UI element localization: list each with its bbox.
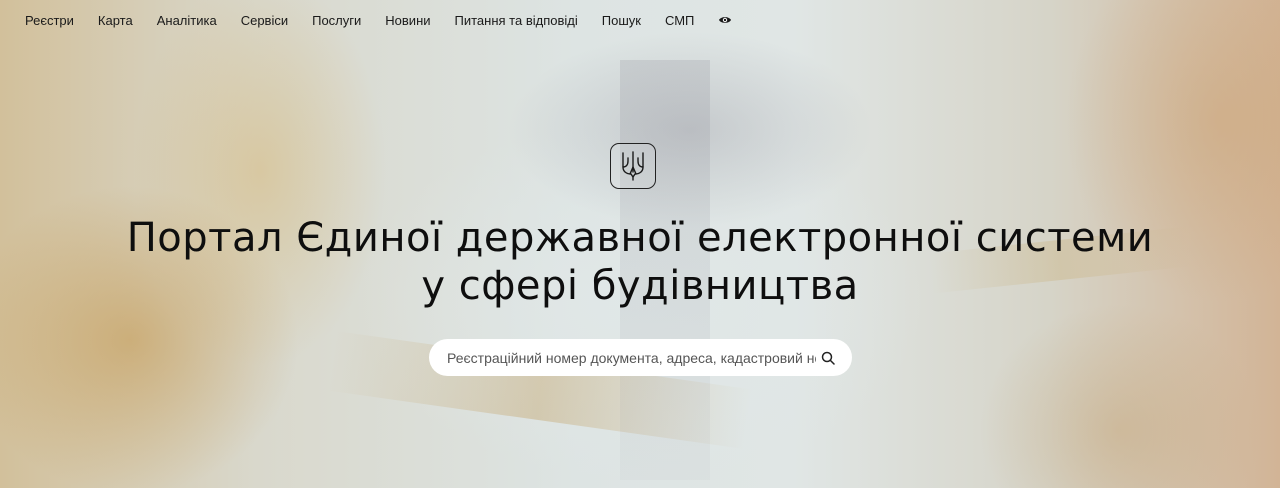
nav-item-smp[interactable]: СМП xyxy=(665,13,694,28)
nav-item-map[interactable]: Карта xyxy=(98,13,133,28)
nav-item-search[interactable]: Пошук xyxy=(602,13,641,28)
coat-of-arms-emblem xyxy=(610,143,656,189)
nav-item-registries[interactable]: Реєстри xyxy=(25,13,74,28)
nav-item-services[interactable]: Сервіси xyxy=(241,13,288,28)
trident-icon xyxy=(622,151,644,181)
top-navigation: Реєстри Карта Аналітика Сервіси Послуги … xyxy=(0,0,732,40)
nav-item-news[interactable]: Новини xyxy=(385,13,430,28)
nav-item-faq[interactable]: Питання та відповіді xyxy=(455,13,578,28)
search-input[interactable] xyxy=(447,349,816,366)
nav-item-analytics[interactable]: Аналітика xyxy=(157,13,217,28)
eye-icon[interactable] xyxy=(718,15,732,25)
page-title-line-1: Портал Єдиної державної електронної сист… xyxy=(126,215,1154,261)
page-title: Портал Єдиної державної електронної сист… xyxy=(0,214,1280,310)
search-icon[interactable] xyxy=(816,346,840,370)
page-title-line-2: у сфері будівництва xyxy=(421,263,859,309)
search-bar xyxy=(429,339,852,376)
nav-item-public-services[interactable]: Послуги xyxy=(312,13,361,28)
